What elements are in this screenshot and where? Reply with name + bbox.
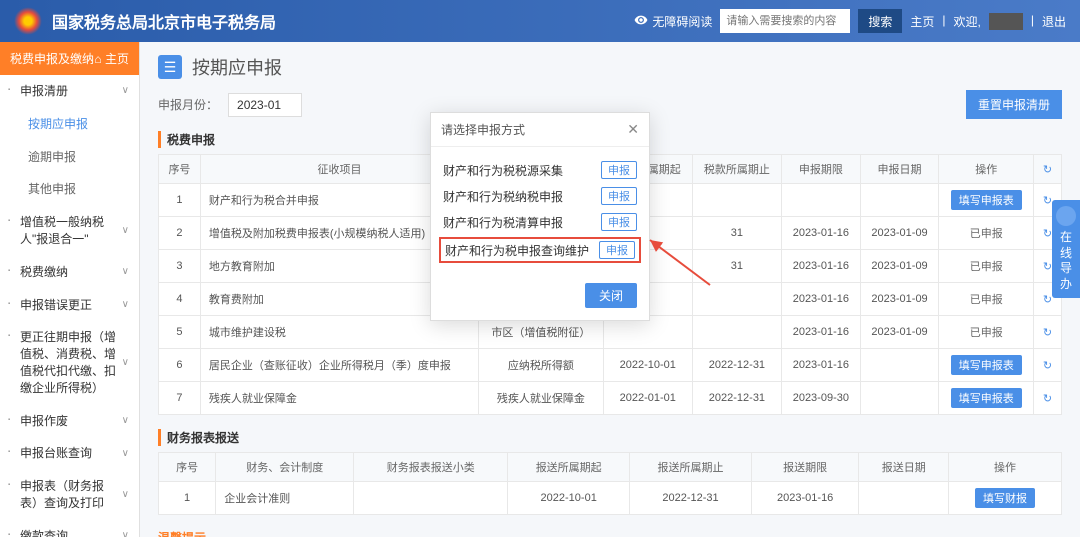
table-header: 操作 — [948, 453, 1061, 482]
action-button: 已申报 — [962, 223, 1011, 243]
row-refresh-icon[interactable]: ↻ — [1034, 349, 1062, 382]
search-button[interactable]: 搜索 — [858, 9, 902, 33]
modal-title: 请选择申报方式 — [441, 121, 525, 138]
modal-header: 请选择申报方式 ✕ — [431, 113, 649, 147]
refresh-icon[interactable]: ↻ — [1034, 155, 1062, 184]
option-label: 财产和行为税申报查询维护 — [445, 242, 589, 259]
apply-button[interactable]: 申报 — [601, 161, 637, 179]
table-header: 税款所属期止 — [692, 155, 781, 184]
action-button[interactable]: 填写申报表 — [951, 388, 1022, 408]
action-button: 已申报 — [962, 322, 1011, 342]
modal-option: 财产和行为税清算申报 申报 — [443, 209, 637, 235]
logo-icon — [14, 7, 42, 35]
table-header: 申报期限 — [782, 155, 861, 184]
row-refresh-icon[interactable]: ↻ — [1034, 316, 1062, 349]
fin-table: 序号财务、会计制度财务报表报送小类报送所属期起报送所属期止报送期限报送日期操作 … — [158, 452, 1062, 515]
accessibility-label: 无障碍阅读 — [652, 13, 712, 30]
table-header: 操作 — [939, 155, 1034, 184]
table-header: 报送所属期止 — [630, 453, 752, 482]
apply-button[interactable]: 申报 — [601, 187, 637, 205]
username-redacted: x — [989, 13, 1023, 30]
modal-option: 财产和行为税申报查询维护申报 — [439, 237, 641, 263]
table-header: 报送日期 — [859, 453, 949, 482]
action-button[interactable]: 填写财报 — [975, 488, 1035, 508]
sidebar-subitem[interactable]: 逾期申报 — [0, 141, 139, 174]
filter-label: 申报月份： — [158, 96, 218, 113]
service-label: 在线导办 — [1056, 230, 1076, 292]
app-header: 国家税务总局北京市电子税务局 无障碍阅读 搜索 主页 | 欢迎, x | 退出 — [0, 0, 1080, 42]
sidebar-item[interactable]: 申报作废∨ — [0, 405, 139, 438]
modal-close-button[interactable]: 关闭 — [585, 283, 637, 308]
welcome-text: 欢迎, — [954, 13, 981, 30]
action-button[interactable]: 填写申报表 — [951, 355, 1022, 375]
eye-icon — [634, 13, 648, 30]
header-right: 无障碍阅读 搜索 主页 | 欢迎, x | 退出 — [634, 9, 1066, 33]
page-icon: ☰ — [158, 55, 182, 79]
sidebar-item[interactable]: 更正往期申报（增值税、消费税、增值税代扣代缴、扣缴企业所得税）∨ — [0, 321, 139, 404]
sidebar-item[interactable]: 申报台账查询∨ — [0, 437, 139, 470]
table-header: 序号 — [159, 155, 201, 184]
declare-method-modal: 请选择申报方式 ✕ 财产和行为税税源采集申报财产和行为税纳税申报申报财产和行为税… — [430, 112, 650, 321]
apply-button[interactable]: 申报 — [601, 213, 637, 231]
sidebar-item[interactable]: 缴款查询∨ — [0, 520, 139, 537]
fin-section-title: 财务报表报送 — [158, 429, 1062, 446]
table-header: 财务、会计制度 — [216, 453, 354, 482]
page-header: ☰ 按期应申报 — [158, 54, 1062, 80]
month-select[interactable]: 2023-01 — [228, 93, 302, 117]
accessibility-link[interactable]: 无障碍阅读 — [634, 13, 712, 30]
sidebar-item[interactable]: 申报错误更正∨ — [0, 289, 139, 322]
sidebar-header: 税费申报及缴纳 ⌂ 主页 — [0, 42, 139, 75]
sidebar-item[interactable]: 申报清册∨ — [0, 75, 139, 108]
table-row: 1企业会计准则2022-10-012022-12-312023-01-16填写财… — [159, 482, 1062, 515]
table-header: 报送所属期起 — [508, 453, 630, 482]
table-header: 报送期限 — [751, 453, 859, 482]
modal-option: 财产和行为税税源采集 申报 — [443, 157, 637, 183]
sidebar-subitem[interactable]: 按期应申报 — [0, 108, 139, 141]
action-button: 已申报 — [962, 289, 1011, 309]
page-title: 按期应申报 — [192, 54, 282, 80]
row-refresh-icon[interactable]: ↻ — [1034, 382, 1062, 415]
modal-footer: 关闭 — [431, 275, 649, 320]
table-header: 财务报表报送小类 — [354, 453, 508, 482]
logout-link[interactable]: 退出 — [1042, 13, 1066, 30]
sidebar-item[interactable]: 增值税一般纳税人"报退合一"∨ — [0, 206, 139, 256]
option-label: 财产和行为税清算申报 — [443, 214, 563, 231]
search-input[interactable] — [720, 9, 850, 33]
home-link[interactable]: 主页 — [910, 13, 934, 30]
home-icon[interactable]: ⌂ 主页 — [94, 50, 129, 67]
tips-title: 温馨提示 — [158, 529, 1062, 537]
close-icon[interactable]: ✕ — [627, 121, 639, 138]
sidebar-item[interactable]: 税费缴纳∨ — [0, 256, 139, 289]
table-row: 7残疾人就业保障金残疾人就业保障金2022-01-012022-12-31202… — [159, 382, 1062, 415]
sidebar: 税费申报及缴纳 ⌂ 主页 申报清册∨按期应申报逾期申报其他申报增值税一般纳税人"… — [0, 42, 140, 537]
table-header: 序号 — [159, 453, 216, 482]
sidebar-title: 税费申报及缴纳 — [10, 50, 94, 67]
modal-option: 财产和行为税纳税申报 申报 — [443, 183, 637, 209]
table-row: 6居民企业（查账征收）企业所得税月（季）度申报应纳税所得额2022-10-012… — [159, 349, 1062, 382]
sidebar-item[interactable]: 申报表（财务报表）查询及打印∨ — [0, 470, 139, 520]
reset-button[interactable]: 重置申报清册 — [966, 90, 1062, 119]
header-links: 主页 | 欢迎, x | 退出 — [910, 13, 1066, 30]
person-icon — [1056, 206, 1076, 226]
option-label: 财产和行为税税源采集 — [443, 162, 563, 179]
sidebar-subitem[interactable]: 其他申报 — [0, 173, 139, 206]
apply-button[interactable]: 申报 — [599, 241, 635, 259]
modal-body: 财产和行为税税源采集申报财产和行为税纳税申报申报财产和行为税清算申报申报财产和行… — [431, 147, 649, 275]
table-header: 申报日期 — [860, 155, 939, 184]
app-title: 国家税务总局北京市电子税务局 — [52, 9, 276, 33]
action-button: 已申报 — [962, 256, 1011, 276]
action-button[interactable]: 填写申报表 — [951, 190, 1022, 210]
option-label: 财产和行为税纳税申报 — [443, 188, 563, 205]
online-service-tab[interactable]: 在线导办 — [1052, 200, 1080, 298]
